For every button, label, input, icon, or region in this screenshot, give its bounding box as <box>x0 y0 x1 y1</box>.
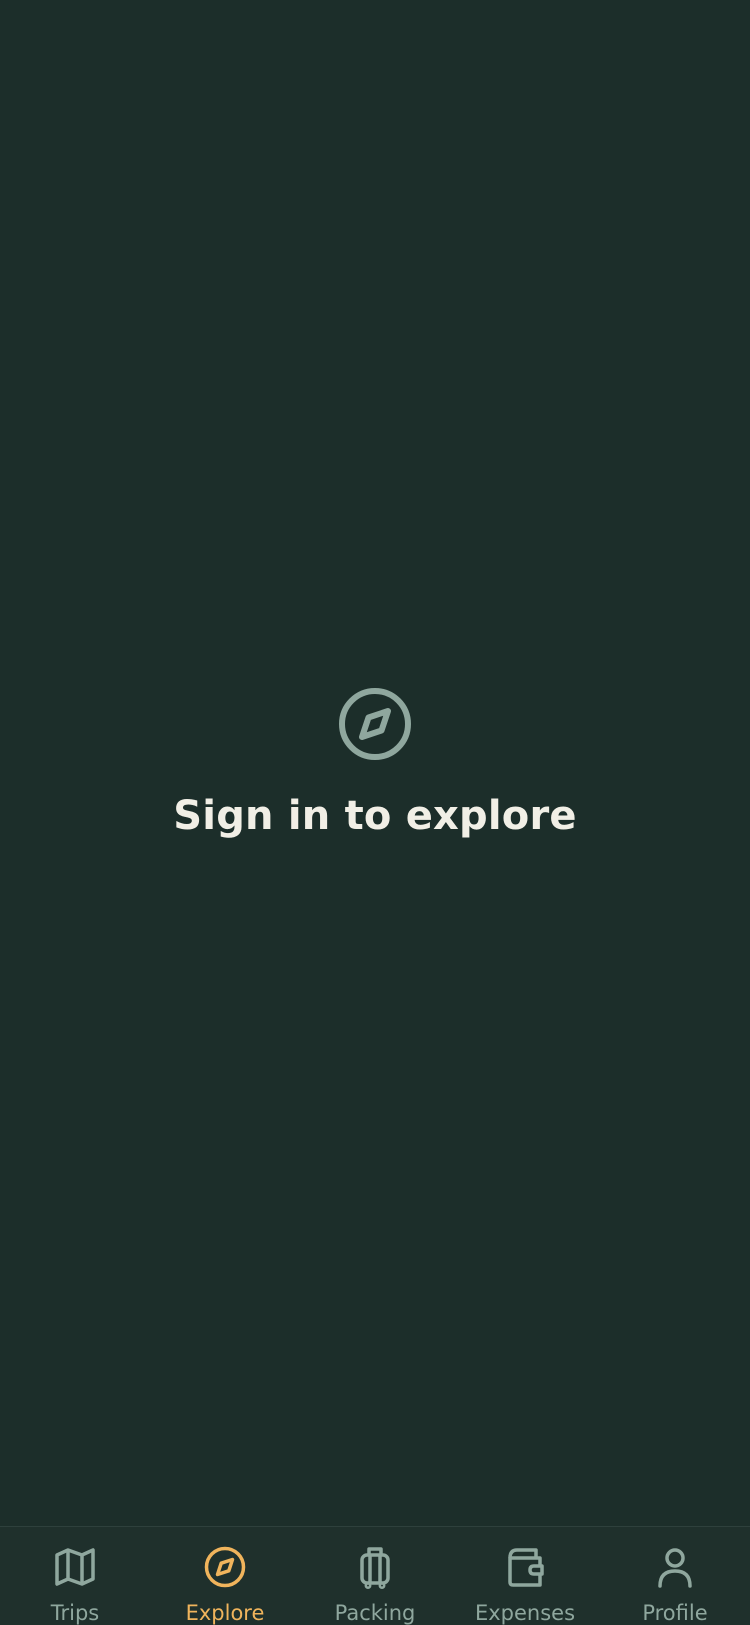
compass-icon <box>204 1546 246 1588</box>
tab-packing[interactable]: Packing <box>300 1527 450 1625</box>
luggage-icon <box>360 1547 390 1589</box>
tab-label: Trips <box>50 1601 100 1625</box>
tab-expenses[interactable]: Expenses <box>450 1527 600 1625</box>
map-icon <box>55 1548 95 1586</box>
user-icon <box>658 1548 692 1588</box>
compass-icon <box>339 688 411 760</box>
empty-state: Sign in to explore <box>0 686 750 842</box>
wallet-icon <box>508 1548 544 1587</box>
tab-trips[interactable]: Trips <box>0 1527 150 1625</box>
tab-explore[interactable]: Explore <box>150 1527 300 1625</box>
tab-label: Packing <box>334 1601 416 1625</box>
main-content: Sign in to explore <box>0 0 750 1526</box>
empty-state-title: Sign in to explore <box>173 793 577 839</box>
tab-label: Profile <box>642 1601 708 1625</box>
tab-label: Expenses <box>474 1601 576 1625</box>
bottom-tab-bar: Trips Explore Packing Expenses Profile <box>0 1526 750 1625</box>
tab-profile[interactable]: Profile <box>600 1527 750 1625</box>
tab-label: Explore <box>185 1601 265 1625</box>
